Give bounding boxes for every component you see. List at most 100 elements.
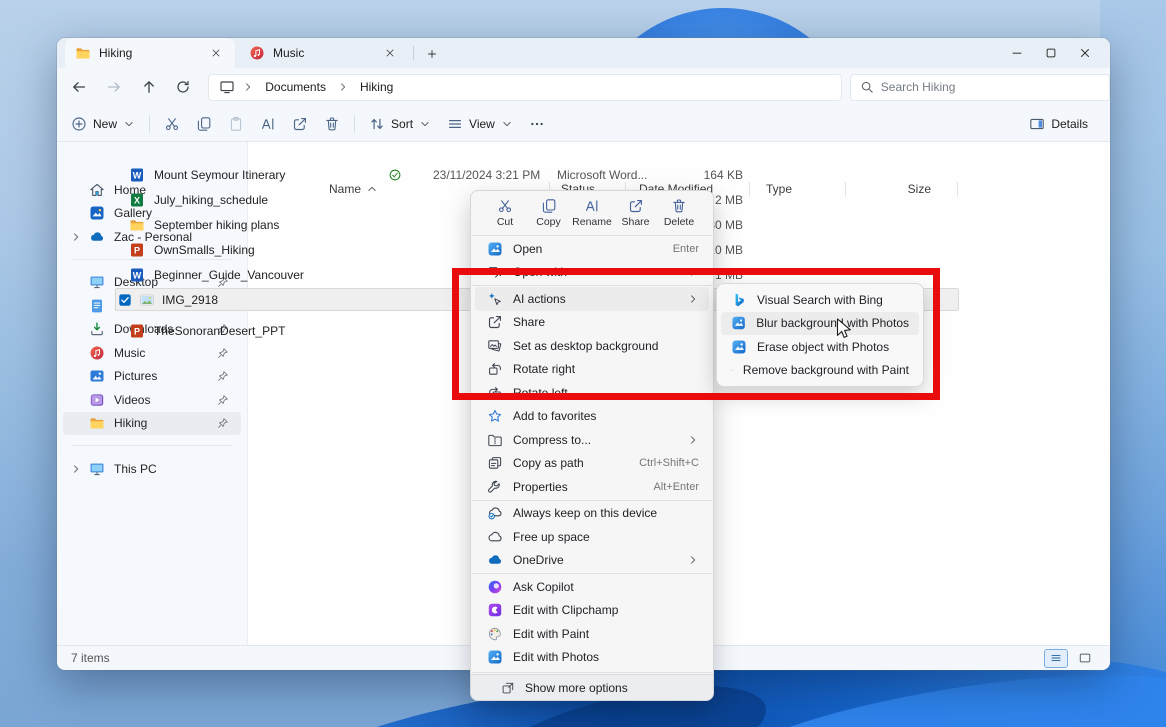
search-input[interactable] [881, 80, 1081, 94]
copy-quick-button[interactable]: Copy [529, 198, 569, 228]
sidebar-item-hiking[interactable]: Hiking [63, 412, 241, 436]
menu-item-ask-copilot[interactable]: Ask Copilot [475, 575, 709, 599]
menu-item-compress-to[interactable]: Compress to... [475, 428, 709, 452]
menu-item-always-keep-on-device[interactable]: Always keep on this device [475, 502, 709, 526]
menu-item-onedrive[interactable]: OneDrive [475, 549, 709, 573]
tab-hiking[interactable]: Hiking [65, 38, 235, 68]
compress-icon [487, 432, 503, 448]
tab-label: Music [273, 46, 373, 60]
plus-icon [426, 48, 438, 60]
chevron-right-icon [687, 434, 699, 446]
pin-icon [217, 370, 229, 382]
word-file-icon [129, 167, 145, 183]
tab-music[interactable]: Music [239, 38, 409, 68]
close-window-button[interactable] [1068, 38, 1102, 68]
sidebar-item-label: Hiking [114, 416, 208, 430]
sort-button[interactable]: Sort [361, 110, 439, 138]
sidebar-item-this-pc[interactable]: This PC [63, 457, 241, 481]
tab-strip: Hiking Music [57, 38, 1110, 68]
share-quick-button[interactable]: Share [616, 198, 656, 228]
search-box[interactable] [850, 74, 1110, 101]
rename-quick-button[interactable]: Rename [572, 198, 612, 228]
plus-circle-icon [71, 116, 87, 132]
share-button[interactable] [284, 110, 316, 138]
menu-item-edit-with-clipchamp[interactable]: Edit with Clipchamp [475, 599, 709, 623]
details-view-toggle[interactable] [1044, 649, 1068, 668]
toolbar-separator [354, 115, 355, 133]
share-icon [628, 198, 644, 214]
paste-button[interactable] [220, 110, 252, 138]
tab-label: Hiking [99, 46, 199, 60]
new-button[interactable]: New [63, 110, 143, 138]
menu-divider [472, 500, 712, 501]
breadcrumb-item-hiking[interactable]: Hiking [356, 78, 397, 96]
excel-file-icon [129, 192, 145, 208]
photos-icon [487, 649, 503, 665]
more-options-button[interactable] [521, 110, 553, 138]
checkbox-checked-icon[interactable] [118, 293, 132, 307]
folder-icon [129, 217, 145, 233]
menu-divider [472, 672, 712, 673]
menu-item-free-up-space[interactable]: Free up space [475, 525, 709, 549]
details-pane-icon [1029, 116, 1045, 132]
minimize-icon [1010, 46, 1024, 60]
expand-chevron-icon[interactable] [70, 231, 82, 243]
tab-separator [413, 46, 414, 60]
this-pc-icon [89, 461, 105, 477]
menu-divider [472, 573, 712, 574]
menu-item-show-more-options[interactable]: Show more options [471, 674, 713, 700]
menu-item-edit-with-paint[interactable]: Edit with Paint [475, 622, 709, 646]
delete-quick-button[interactable]: Delete [659, 198, 699, 228]
pin-icon [217, 394, 229, 406]
breadcrumb-item-documents[interactable]: Documents [261, 78, 330, 96]
menu-item-add-to-favorites[interactable]: Add to favorites [475, 405, 709, 429]
sort-label: Sort [391, 117, 413, 131]
maximize-button[interactable] [1034, 38, 1068, 68]
tab-close-button[interactable] [207, 44, 225, 62]
paint-icon [487, 626, 503, 642]
trash-icon [324, 116, 340, 132]
copy-button[interactable] [188, 110, 220, 138]
pin-icon [217, 417, 229, 429]
menu-item-edit-with-photos[interactable]: Edit with Photos [475, 646, 709, 670]
menu-item-copy-as-path[interactable]: Copy as path Ctrl+Shift+C [475, 452, 709, 476]
delete-button[interactable] [316, 110, 348, 138]
annotation-red-rectangle [452, 268, 940, 400]
minimize-button[interactable] [1000, 38, 1034, 68]
documents-icon [89, 298, 105, 314]
view-button[interactable]: View [439, 110, 521, 138]
music-app-icon [249, 45, 265, 61]
monitor-icon [219, 79, 235, 95]
file-row-mount-seymour[interactable]: Mount Seymour Itinerary 23/11/2024 3:21 … [115, 163, 959, 186]
quick-actions-row: Cut Copy Rename Share Delete [471, 194, 713, 234]
rename-icon [584, 198, 600, 214]
powerpoint-file-icon [129, 323, 145, 339]
sidebar-item-music[interactable]: Music [63, 341, 241, 365]
menu-item-properties[interactable]: Properties Alt+Enter [475, 475, 709, 499]
sidebar-item-pictures[interactable]: Pictures [63, 365, 241, 389]
cut-quick-button[interactable]: Cut [485, 198, 525, 228]
expand-chevron-icon[interactable] [70, 463, 82, 475]
sidebar-item-videos[interactable]: Videos [63, 388, 241, 412]
pictures-icon [89, 368, 105, 384]
up-button[interactable] [136, 74, 162, 100]
new-tab-button[interactable] [421, 44, 443, 63]
tab-close-button[interactable] [381, 44, 399, 62]
back-button[interactable] [66, 74, 92, 100]
cursor-arrow-icon [836, 318, 854, 341]
clipchamp-icon [487, 602, 503, 618]
photos-icon [487, 241, 503, 257]
refresh-button[interactable] [170, 74, 196, 100]
breadcrumb[interactable]: Documents Hiking [208, 74, 842, 101]
rename-button[interactable] [252, 110, 284, 138]
details-pane-button[interactable]: Details [1021, 110, 1096, 138]
command-toolbar: New Sort View [57, 106, 1110, 142]
copy-path-icon [487, 455, 503, 471]
forward-button[interactable] [101, 74, 127, 100]
cut-button[interactable] [156, 110, 188, 138]
show-more-icon [501, 681, 515, 695]
menu-item-open[interactable]: Open Enter [475, 237, 709, 261]
status-synced-icon [388, 168, 402, 182]
image-file-icon [139, 292, 155, 308]
thumbnail-view-toggle[interactable] [1074, 649, 1096, 668]
